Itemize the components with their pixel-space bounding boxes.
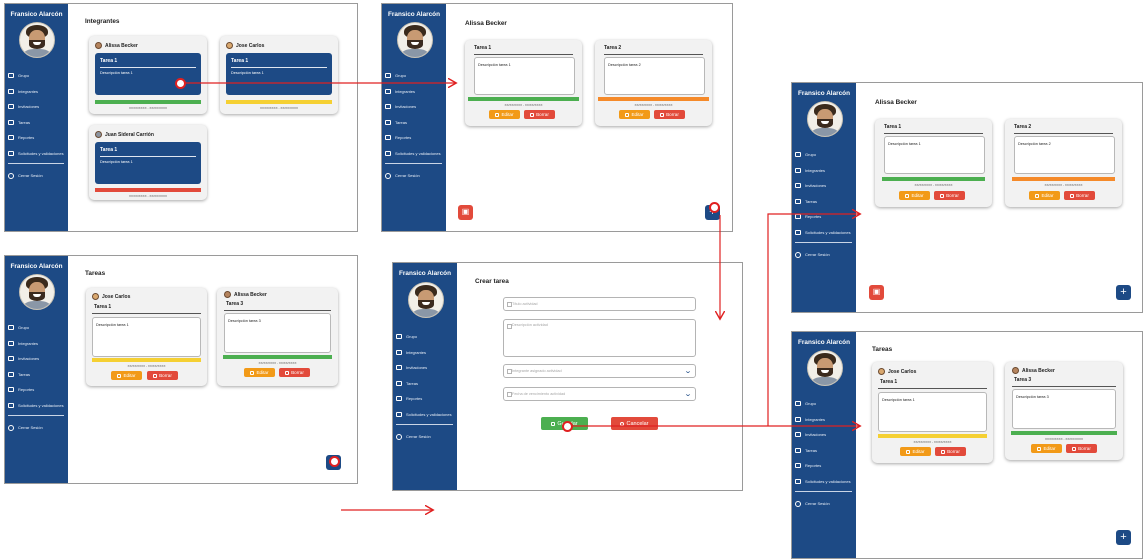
click-marker bbox=[329, 456, 340, 467]
flow-arrow-create-to-detail bbox=[767, 214, 859, 426]
click-marker bbox=[562, 421, 573, 432]
click-marker bbox=[709, 202, 720, 213]
flow-arrows bbox=[184, 0, 1144, 560]
click-marker bbox=[175, 78, 186, 89]
